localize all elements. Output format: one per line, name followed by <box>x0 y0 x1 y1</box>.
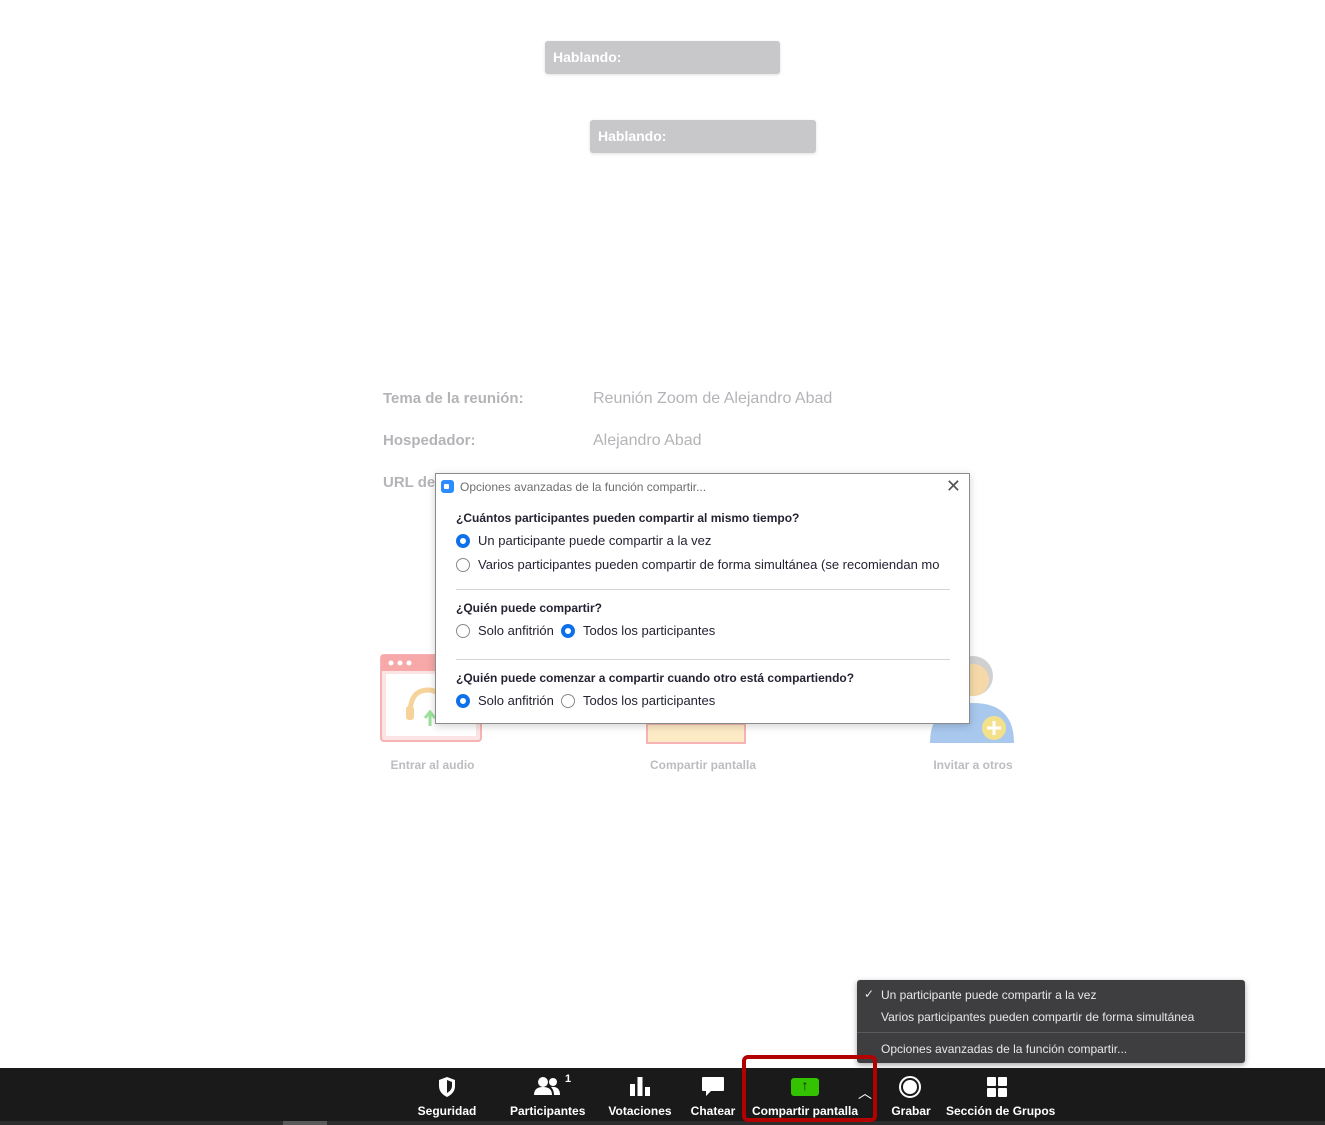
close-icon[interactable]: ✕ <box>946 476 961 497</box>
menu-item-advanced-options[interactable]: Opciones avanzadas de la función compart… <box>881 1042 1127 1056</box>
radio-off-icon[interactable] <box>456 623 470 638</box>
divider <box>456 589 950 590</box>
topic-value: Reunión Zoom de Alejandro Abad <box>593 390 833 407</box>
topic-label: Tema de la reunión: <box>383 390 524 407</box>
checkmark-icon: ✓ <box>864 987 875 1001</box>
host-value: Alejandro Abad <box>593 432 702 449</box>
polls-label: Votaciones <box>608 1104 672 1118</box>
security-label: Seguridad <box>417 1104 477 1118</box>
radio-off-icon[interactable] <box>456 557 470 572</box>
record-button[interactable]: Grabar <box>886 1068 936 1121</box>
radio-on-icon[interactable] <box>561 623 575 638</box>
zoom-logo-icon <box>441 480 454 493</box>
menu-item-multiple-participants[interactable]: Varios participantes pueden compartir de… <box>881 1010 1194 1024</box>
participants-count-badge: 1 <box>565 1073 572 1085</box>
breakout-rooms-label: Sección de Grupos <box>946 1104 1056 1118</box>
radio-all-participants-start[interactable]: Todos los participantes <box>561 693 715 708</box>
radio-on-icon[interactable] <box>456 693 470 708</box>
chat-label: Chatear <box>690 1104 736 1118</box>
shield-icon <box>439 1077 455 1097</box>
participants-label: Participantes <box>510 1104 586 1118</box>
chat-icon <box>702 1077 724 1096</box>
scroll-strip <box>0 1121 1325 1125</box>
share-tile-icon[interactable] <box>646 723 746 744</box>
polls-button[interactable]: Votaciones <box>608 1068 672 1121</box>
share-screen-highlight <box>742 1055 877 1122</box>
meeting-toolbar: Seguridad Participantes Votaciones Chate… <box>0 1068 1325 1125</box>
radio-off-icon[interactable] <box>561 693 575 708</box>
radio-host-only-start[interactable]: Solo anfitrión <box>456 693 554 708</box>
share-options-menu: ✓ Un participante puede compartir a la v… <box>857 980 1245 1063</box>
audio-tile-label: Entrar al audio <box>390 758 475 772</box>
url-label: URL de <box>383 474 436 491</box>
share-tile-label: Compartir pantalla <box>649 758 757 772</box>
speaking-label-2: Hablando: <box>590 120 816 153</box>
record-icon <box>899 1076 921 1098</box>
scroll-knob[interactable] <box>283 1121 327 1125</box>
radio-all-participants-share[interactable]: Todos los participantes <box>561 623 715 638</box>
radio-host-only-share-label: Solo anfitrión <box>478 623 554 638</box>
radio-host-only-start-label: Solo anfitrión <box>478 693 554 708</box>
question-who-can-share: ¿Quién puede compartir? <box>456 601 603 615</box>
radio-all-participants-share-label: Todos los participantes <box>583 623 716 638</box>
security-button[interactable]: Seguridad <box>412 1068 482 1121</box>
radio-multiple-participants-label: Varios participantes pueden compartir de… <box>478 557 940 572</box>
invite-tile-label: Invitar a otros <box>933 758 1013 772</box>
record-label: Grabar <box>891 1104 931 1118</box>
question-who-can-start: ¿Quién puede comenzar a compartir cuando… <box>456 671 855 685</box>
host-label: Hospedador: <box>383 432 476 449</box>
participants-button[interactable]: Participantes <box>510 1068 586 1121</box>
radio-all-participants-start-label: Todos los participantes <box>583 693 716 708</box>
question-how-many: ¿Cuántos participantes pueden compartir … <box>456 511 800 525</box>
divider <box>456 659 950 660</box>
radio-one-participant[interactable]: Un participante puede compartir a la vez <box>456 533 711 548</box>
dialog-title: Opciones avanzadas de la función compart… <box>460 480 707 494</box>
menu-divider <box>857 1032 1245 1033</box>
grid-icon <box>987 1077 1007 1097</box>
menu-item-one-participant[interactable]: Un participante puede compartir a la vez <box>881 988 1096 1002</box>
breakout-rooms-button[interactable]: Sección de Grupos <box>946 1068 1056 1121</box>
bar-chart-icon <box>630 1077 650 1096</box>
advanced-sharing-dialog: Opciones avanzadas de la función compart… <box>435 473 970 724</box>
participants-icon <box>534 1077 560 1095</box>
radio-multiple-participants[interactable]: Varios participantes pueden compartir de… <box>456 557 951 572</box>
radio-on-icon[interactable] <box>456 533 470 548</box>
chat-button[interactable]: Chatear <box>688 1068 738 1121</box>
radio-host-only-share[interactable]: Solo anfitrión <box>456 623 554 638</box>
radio-one-participant-label: Un participante puede compartir a la vez <box>478 533 712 548</box>
speaking-label-1: Hablando: <box>545 41 780 74</box>
